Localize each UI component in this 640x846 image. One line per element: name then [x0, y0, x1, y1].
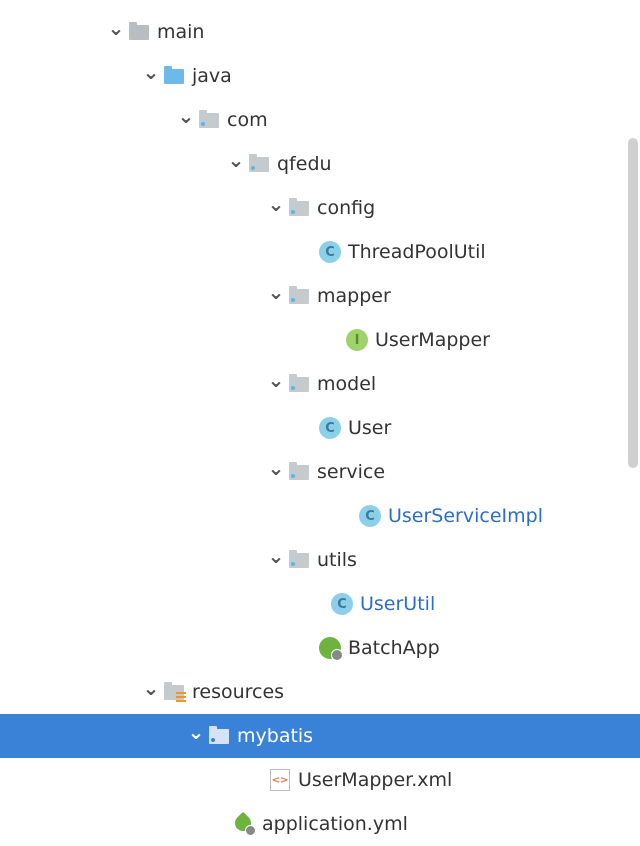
spring-boot-app-icon: [318, 636, 342, 660]
project-tree: main java com qfedu config C ThreadPoolUtil map…: [0, 0, 640, 846]
package-icon: [207, 724, 231, 748]
tree-node-label: qfedu: [277, 153, 332, 175]
tree-node-label: resources: [192, 681, 284, 703]
tree-node-label: mapper: [317, 285, 391, 307]
chevron-down-icon[interactable]: [140, 66, 162, 86]
interface-usermapper[interactable]: I UserMapper: [0, 318, 640, 362]
chevron-down-icon[interactable]: [265, 462, 287, 482]
class-icon: C: [318, 240, 342, 264]
package-qfedu[interactable]: qfedu: [0, 142, 640, 186]
tree-node-label: ThreadPoolUtil: [348, 241, 486, 263]
class-userserviceimpl[interactable]: C UserServiceImpl: [0, 494, 640, 538]
package-icon: [287, 372, 311, 396]
tree-node-label: User: [348, 417, 391, 439]
chevron-down-icon[interactable]: [265, 550, 287, 570]
chevron-down-icon[interactable]: [265, 286, 287, 306]
scrollbar-thumb[interactable]: [628, 138, 638, 468]
folder-mybatis[interactable]: mybatis: [0, 714, 640, 758]
tree-node-label: UserServiceImpl: [388, 505, 543, 527]
tree-node-label: UserMapper.xml: [298, 769, 452, 791]
tree-node-label: mybatis: [237, 725, 313, 747]
package-icon: [287, 284, 311, 308]
tree-node-label: service: [317, 461, 385, 483]
package-service[interactable]: service: [0, 450, 640, 494]
chevron-down-icon[interactable]: [140, 682, 162, 702]
resources-folder-icon: [162, 680, 186, 704]
package-com[interactable]: com: [0, 98, 640, 142]
class-icon: C: [330, 592, 354, 616]
chevron-down-icon[interactable]: [105, 22, 127, 42]
tree-node-label: model: [317, 373, 376, 395]
chevron-down-icon[interactable]: [265, 198, 287, 218]
tree-node-label: java: [192, 65, 232, 87]
tree-node-label: utils: [317, 549, 357, 571]
folder-java[interactable]: java: [0, 54, 640, 98]
folder-icon: [127, 20, 151, 44]
class-icon: C: [358, 504, 382, 528]
tree-node-label: UserUtil: [360, 593, 435, 615]
class-batchapp[interactable]: BatchApp: [0, 626, 640, 670]
interface-icon: I: [345, 328, 369, 352]
class-userutil[interactable]: C UserUtil: [0, 582, 640, 626]
package-config[interactable]: config: [0, 186, 640, 230]
package-icon: [287, 196, 311, 220]
tree-node-label: application.yml: [262, 813, 408, 835]
chevron-down-icon[interactable]: [185, 726, 207, 746]
package-utils[interactable]: utils: [0, 538, 640, 582]
package-model[interactable]: model: [0, 362, 640, 406]
chevron-down-icon[interactable]: [175, 110, 197, 130]
folder-resources[interactable]: resources: [0, 670, 640, 714]
chevron-down-icon[interactable]: [265, 374, 287, 394]
chevron-down-icon[interactable]: [225, 154, 247, 174]
xml-file-icon: [268, 768, 292, 792]
spring-config-icon: [232, 812, 256, 836]
folder-main[interactable]: main: [0, 10, 640, 54]
package-icon: [247, 152, 271, 176]
package-icon: [287, 460, 311, 484]
package-icon: [287, 548, 311, 572]
file-usermapper-xml[interactable]: UserMapper.xml: [0, 758, 640, 802]
tree-node-label: main: [157, 21, 204, 43]
tree-node-label: BatchApp: [348, 637, 440, 659]
class-user[interactable]: C User: [0, 406, 640, 450]
class-icon: C: [318, 416, 342, 440]
class-threadpoolutil[interactable]: C ThreadPoolUtil: [0, 230, 640, 274]
tree-node-label: config: [317, 197, 375, 219]
source-folder-icon: [162, 64, 186, 88]
package-icon: [197, 108, 221, 132]
tree-node-label: UserMapper: [375, 329, 490, 351]
file-application-yml[interactable]: application.yml: [0, 802, 640, 846]
tree-node-label: com: [227, 109, 268, 131]
package-mapper[interactable]: mapper: [0, 274, 640, 318]
